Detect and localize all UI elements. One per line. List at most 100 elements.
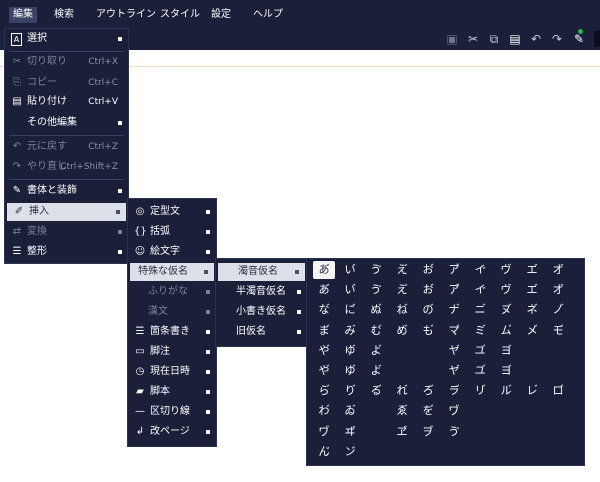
menu-item-format[interactable]: ☰ 整形 (5, 243, 128, 261)
menu-item-dakuon[interactable]: 濁音仮名 (218, 263, 305, 281)
paste-icon[interactable]: ▤ (507, 31, 523, 47)
kana-cell[interactable]: む゙ (365, 322, 387, 340)
menu-item-special-kana[interactable]: 特殊な仮名 (130, 263, 214, 281)
kana-cell[interactable]: あ゙ (313, 261, 335, 279)
kana-cell[interactable]: エ゙ (521, 281, 543, 299)
kana-cell[interactable]: ぬ゙ (365, 301, 387, 319)
kana-cell[interactable]: ム゙ (495, 322, 517, 340)
kana-cell[interactable]: ま゙ (313, 322, 335, 340)
kana-cell[interactable]: ゆ゙ (339, 362, 361, 380)
menu-item-datetime[interactable]: ◷ 現在日時 (128, 363, 216, 381)
kana-cell[interactable]: や゙ (313, 342, 335, 360)
copy-icon[interactable]: ⧉ (486, 31, 502, 47)
kana-cell[interactable]: ノ゙ (547, 301, 569, 319)
menu-outline[interactable]: アウトライン (96, 7, 156, 23)
menu-style[interactable]: スタイル (160, 7, 200, 23)
redo-icon[interactable]: ↷ (549, 31, 565, 47)
menu-item-old-kana[interactable]: 旧仮名 (216, 323, 307, 341)
menu-help[interactable]: ヘルプ (253, 7, 283, 23)
menu-item-copy[interactable]: ⎘ コピー Ctrl+C (5, 74, 128, 92)
menu-search[interactable]: 検索 (54, 7, 74, 23)
kana-cell[interactable]: に゙ (339, 301, 361, 319)
kana-cell[interactable]: ヺ (417, 423, 439, 441)
kana-cell[interactable]: ア゙ (443, 281, 465, 299)
menu-item-boilerplate[interactable]: ◎ 定型文 (128, 203, 216, 221)
kana-cell[interactable]: モ゙ (547, 322, 569, 340)
save-icon[interactable]: ▣ (444, 31, 460, 47)
kana-cell[interactable]: ヴ (495, 261, 517, 279)
kana-cell[interactable]: ラ゙ (443, 382, 465, 400)
kana-cell[interactable]: る゙ (365, 382, 387, 400)
kana-cell[interactable]: ニ゙ (469, 301, 491, 319)
kana-cell[interactable]: あ゙ (313, 281, 335, 299)
kana-cell[interactable]: イ゙ (469, 281, 491, 299)
menu-item-convert[interactable]: ⇄ 変換 (5, 223, 128, 241)
kana-cell[interactable]: ヹ (391, 423, 413, 441)
kana-cell[interactable]: ア゙ (443, 261, 465, 279)
menu-item-other-edit[interactable]: その他編集 (5, 114, 128, 132)
kana-cell[interactable]: ン゙ (339, 443, 361, 461)
menu-item-insert[interactable]: ✐ 挿入 (7, 203, 126, 221)
kana-cell[interactable]: ル゙ (495, 382, 517, 400)
kana-cell[interactable]: ゑ゙ (391, 402, 413, 420)
menu-item-undo[interactable]: ↶ 元に戻す Ctrl+Z (5, 138, 128, 156)
kana-cell[interactable]: ヴ (495, 281, 517, 299)
kana-cell[interactable]: ヨ゙ (495, 362, 517, 380)
kana-cell[interactable]: ミ゙ (469, 322, 491, 340)
menu-item-redo[interactable]: ↷ やり直し Ctrl+Shift+Z (5, 158, 128, 176)
kana-cell[interactable]: ヤ゙ (443, 362, 465, 380)
kana-cell[interactable]: ゔ (365, 281, 387, 299)
menu-item-furigana[interactable]: ふりがな (128, 283, 216, 301)
kana-cell[interactable]: ろ゙ (417, 382, 439, 400)
kana-cell[interactable]: ヷ (443, 402, 465, 420)
kana-cell[interactable]: お゙ (417, 261, 439, 279)
kana-cell[interactable]: え゙ (391, 281, 413, 299)
kana-cell[interactable]: わ゙ (313, 402, 335, 420)
kana-cell[interactable]: を゙ (417, 402, 439, 420)
kana-cell[interactable]: や゙ (313, 362, 335, 380)
kana-cell[interactable]: ヌ゙ (495, 301, 517, 319)
menu-item-paste[interactable]: ▤ 貼り付け Ctrl+V (5, 93, 128, 111)
kana-cell[interactable]: ら゙ (313, 382, 335, 400)
kana-cell[interactable]: マ゙ (443, 322, 465, 340)
menu-settings[interactable]: 設定 (211, 7, 231, 23)
kana-cell[interactable]: イ゙ (469, 261, 491, 279)
kana-cell[interactable]: い゙ (339, 281, 361, 299)
kana-cell[interactable]: ヸ (339, 423, 361, 441)
kana-cell[interactable]: よ゙ (365, 342, 387, 360)
kana-cell[interactable]: ん゙ (313, 443, 335, 461)
kana-cell[interactable]: エ゙ (521, 261, 543, 279)
menu-item-cut[interactable]: ✂ 切り取り Ctrl+X (5, 53, 128, 71)
kana-cell[interactable]: お゙ (417, 281, 439, 299)
menu-item-footnote[interactable]: ▭ 脚注 (128, 343, 216, 361)
cut-icon[interactable]: ✂ (465, 31, 481, 47)
menu-item-select[interactable]: A 選択 (5, 30, 128, 48)
kana-cell[interactable]: ロ゙ (547, 382, 569, 400)
kana-cell[interactable]: ゔ (443, 423, 465, 441)
kana-cell[interactable]: ヷ (313, 423, 335, 441)
menu-edit[interactable]: 編集 (9, 7, 37, 23)
undo-icon[interactable]: ↶ (528, 31, 544, 47)
menu-item-pagebreak[interactable]: ↲ 改ページ (128, 423, 216, 441)
kana-cell[interactable]: ゔ (365, 261, 387, 279)
menu-item-script[interactable]: ▰ 脚本 (128, 383, 216, 401)
menu-item-emoji[interactable]: ☺ 絵文字 (128, 243, 216, 261)
kana-cell[interactable]: ね゙ (391, 301, 413, 319)
menu-item-typeface[interactable]: ✎ 書体と装飾 (5, 182, 128, 200)
kana-cell[interactable]: り゙ (339, 382, 361, 400)
kana-cell[interactable]: ユ゙ (469, 362, 491, 380)
kana-cell[interactable]: レ゙ (521, 382, 543, 400)
kana-cell[interactable]: ヤ゙ (443, 342, 465, 360)
menu-item-handakuon[interactable]: 半濁音仮名 (216, 283, 307, 301)
kana-cell[interactable]: リ゙ (469, 382, 491, 400)
kana-cell[interactable]: オ゙ (547, 261, 569, 279)
kana-cell[interactable]: ナ゙ (443, 301, 465, 319)
menu-item-bullets[interactable]: ☰ 箇条書き (128, 323, 216, 341)
kana-cell[interactable]: め゙ (391, 322, 413, 340)
menu-item-brackets[interactable]: {} 括弧 (128, 223, 216, 241)
kana-cell[interactable]: の゙ (417, 301, 439, 319)
kana-cell[interactable]: ユ゙ (469, 342, 491, 360)
menu-item-divider[interactable]: — 区切り線 (128, 403, 216, 421)
kana-cell[interactable]: よ゙ (365, 362, 387, 380)
kana-cell[interactable]: え゙ (391, 261, 413, 279)
